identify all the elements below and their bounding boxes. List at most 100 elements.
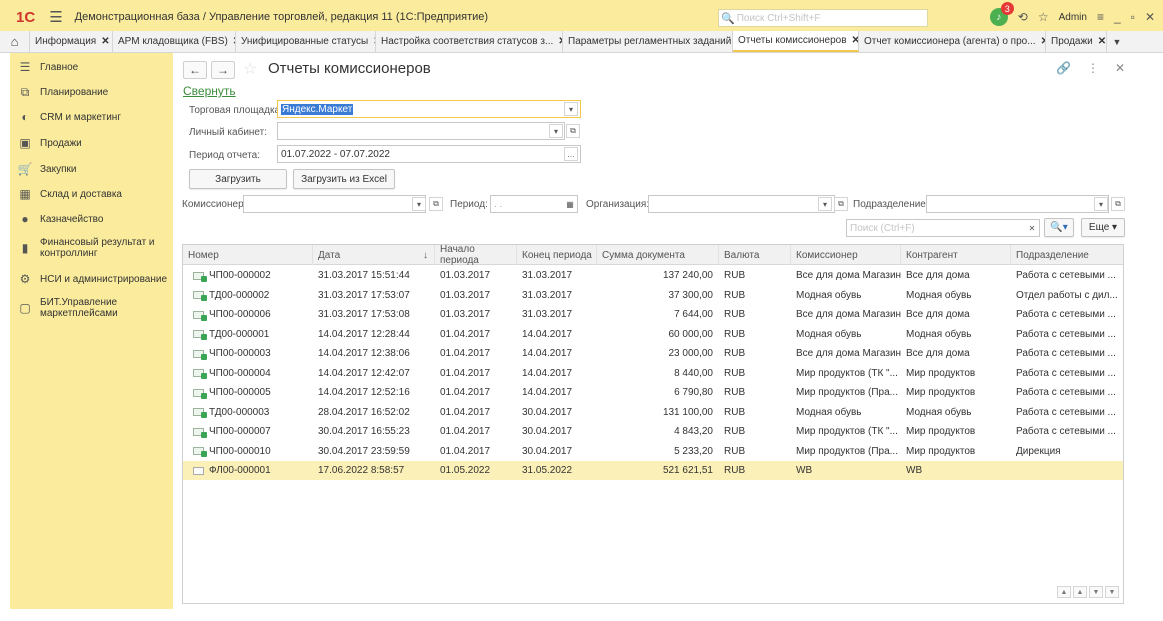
column-amount[interactable]: Сумма документа xyxy=(597,245,719,265)
back-button[interactable]: ← xyxy=(183,61,207,79)
period-select-icon[interactable]: … xyxy=(564,147,578,161)
tabs-more-icon[interactable]: ▼ xyxy=(1107,31,1127,52)
cell-period-end: 31.03.2017 xyxy=(517,286,597,305)
cell-period-end-value: 31.03.2017 xyxy=(522,270,573,281)
scroll-top-icon[interactable]: ▲ xyxy=(1057,586,1071,598)
marketplace-value: Яндекс.Маркет xyxy=(281,103,354,115)
tab-information[interactable]: Информация ✕ xyxy=(30,31,113,52)
table-row[interactable]: ТД00-000003 28.04.2017 16:52:02 01.04.2017… xyxy=(183,403,1123,422)
marketplace-field[interactable]: Яндекс.Маркет xyxy=(277,100,581,118)
list-search-input[interactable]: Поиск (Ctrl+F) xyxy=(846,219,1040,237)
commissioner-dropdown-icon[interactable]: ▾ xyxy=(412,197,426,211)
sidebar-item-treasury[interactable]: ● Казначейство xyxy=(10,212,173,226)
column-division[interactable]: Подразделение xyxy=(1011,245,1123,265)
forward-button[interactable]: → xyxy=(211,61,235,79)
close-window-icon[interactable]: ✕ xyxy=(1145,10,1155,24)
tab-commissioner-reports[interactable]: Отчеты комиссионеров ✕ xyxy=(733,31,859,52)
cell-date: 17.06.2022 8:58:57 xyxy=(313,461,435,480)
sidebar-item-financial-result[interactable]: ▮ Финансовый результат и контроллинг xyxy=(10,237,160,259)
cabinet-field[interactable] xyxy=(277,122,565,140)
close-tab-icon[interactable]: ✕ xyxy=(852,35,858,46)
commissioner-filter-field[interactable] xyxy=(243,195,426,213)
organization-filter-field[interactable] xyxy=(648,195,835,213)
table-row[interactable]: ЧП00-000006 31.03.2017 17:53:08 01.03.2017… xyxy=(183,305,1123,324)
collapse-link[interactable]: Свернуть xyxy=(183,84,236,98)
clear-search-icon[interactable]: ✕ xyxy=(1025,221,1039,235)
column-date[interactable]: Дата ↓ xyxy=(313,245,435,265)
marketplace-dropdown-icon[interactable]: ▾ xyxy=(564,102,578,116)
column-currency[interactable]: Валюта xyxy=(719,245,791,265)
global-search-input[interactable]: 🔍 Поиск Ctrl+Shift+F xyxy=(718,9,928,27)
table-row[interactable]: ТД00-000001 14.04.2017 12:28:44 01.04.2017… xyxy=(183,325,1123,344)
division-filter-field[interactable] xyxy=(926,195,1109,213)
cell-period-start: 01.03.2017 xyxy=(435,266,517,285)
close-form-icon[interactable]: ✕ xyxy=(1115,61,1125,75)
column-number[interactable]: Номер xyxy=(183,245,313,265)
gear-icon: ⚙ xyxy=(19,272,31,286)
history-icon[interactable]: ⟲ xyxy=(1018,10,1028,24)
table-row[interactable]: ЧП00-000002 31.03.2017 15:51:44 01.03.2017… xyxy=(183,266,1123,285)
tab-status-mapping[interactable]: Настройка соответствия статусов з...✕ xyxy=(376,31,563,52)
cell-number: ЧП00-000002 xyxy=(188,266,313,285)
column-commissioner[interactable]: Комиссионер xyxy=(791,245,901,265)
sidebar-item-nsi-admin[interactable]: ⚙ НСИ и администрирование xyxy=(10,272,173,286)
close-tab-icon[interactable]: ✕ xyxy=(101,36,109,47)
link-icon[interactable]: 🔗 xyxy=(1056,61,1071,75)
maximize-icon[interactable]: ▫ xyxy=(1131,10,1135,24)
table-row[interactable]: ЧП00-000005 14.04.2017 12:52:16 01.04.2017… xyxy=(183,383,1123,402)
column-counterparty[interactable]: Контрагент xyxy=(901,245,1011,265)
close-tab-icon[interactable]: ✕ xyxy=(1098,36,1106,47)
sidebar-item-crm[interactable]: ◐ CRM и маркетинг xyxy=(10,110,173,124)
table-row[interactable]: ЧП00-000003 14.04.2017 12:38:06 01.04.2017… xyxy=(183,344,1123,363)
sidebar-item-marketplaces[interactable]: ▢ БИТ.Управление маркетплейсами xyxy=(10,297,173,319)
division-open-icon[interactable]: ⧉ xyxy=(1111,197,1125,211)
tab-unified-statuses[interactable]: Унифицированные статусы✕ xyxy=(236,31,376,52)
cell-currency: RUB xyxy=(719,325,791,344)
menu-icon[interactable]: ☰ xyxy=(49,8,62,26)
sidebar-item-main[interactable]: ☰ Главное xyxy=(10,60,173,74)
organization-open-icon[interactable]: ⧉ xyxy=(834,197,848,211)
table-row[interactable]: ЧП00-000007 30.04.2017 16:55:23 01.04.2017… xyxy=(183,422,1123,441)
sidebar-item-label: CRM и маркетинг xyxy=(40,111,121,123)
favorites-star-icon[interactable]: ☆ xyxy=(1038,10,1049,24)
column-period-start[interactable]: Начало периода xyxy=(435,244,517,266)
sidebar-item-warehouse[interactable]: ▦ Склад и доставка xyxy=(10,187,173,201)
settings-menu-icon[interactable]: ≡ xyxy=(1097,10,1104,24)
load-button[interactable]: Загрузить xyxy=(189,169,287,189)
tab-commissioner-report[interactable]: Отчет комиссионера (агента) о про...✕ xyxy=(859,31,1046,52)
table-row[interactable]: ЧП00-000010 30.04.2017 23:59:59 01.04.2017… xyxy=(183,442,1123,461)
list-icon: ☰ xyxy=(19,60,31,74)
column-period-end[interactable]: Конец периода xyxy=(517,245,597,265)
calendar-icon[interactable]: ▦ xyxy=(563,197,577,211)
sidebar-item-purchases[interactable]: 🛒 Закупки xyxy=(10,162,173,176)
commissioner-open-icon[interactable]: ⧉ xyxy=(429,197,443,211)
favorite-star-icon[interactable]: ☆ xyxy=(243,59,257,79)
division-dropdown-icon[interactable]: ▾ xyxy=(1094,197,1108,211)
home-icon[interactable]: ⌂ xyxy=(0,31,30,52)
scroll-bottom-icon[interactable]: ▼ xyxy=(1105,586,1119,598)
cabinet-dropdown-icon[interactable]: ▾ xyxy=(549,124,563,138)
minimize-icon[interactable]: _ xyxy=(1114,10,1121,24)
table-row[interactable]: ТД00-000002 31.03.2017 17:53:07 01.03.2017… xyxy=(183,286,1123,305)
notifications-icon[interactable]: ♪ 3 xyxy=(989,2,1014,26)
scroll-up-icon[interactable]: ▲ xyxy=(1073,586,1087,598)
search-button[interactable]: 🔍▾ xyxy=(1044,218,1074,237)
sidebar-item-sales[interactable]: ▣ Продажи xyxy=(10,136,173,150)
tab-scheduled-jobs[interactable]: Параметры регламентных заданий✕ xyxy=(563,31,733,52)
sidebar-item-planning[interactable]: ⧉ Планирование xyxy=(10,85,173,100)
scroll-down-icon[interactable]: ▼ xyxy=(1089,586,1103,598)
tab-sales[interactable]: Продажи ✕ xyxy=(1046,31,1107,52)
user-name[interactable]: Admin xyxy=(1059,12,1087,23)
more-button[interactable]: Еще ▾ xyxy=(1081,218,1125,237)
table-row[interactable]: ЧП00-000004 14.04.2017 12:42:07 01.04.2017… xyxy=(183,364,1123,383)
more-actions-icon[interactable]: ⋮ xyxy=(1087,61,1099,75)
table-row[interactable]: ФЛ00-000001 17.06.2022 8:58:57 01.05.2022 3… xyxy=(183,461,1123,480)
organization-dropdown-icon[interactable]: ▾ xyxy=(818,197,832,211)
period-field[interactable]: 01.07.2022 - 07.07.2022 xyxy=(277,145,581,163)
load-excel-button[interactable]: Загрузить из Excel xyxy=(293,169,395,189)
cabinet-open-icon[interactable]: ⧉ xyxy=(566,124,580,138)
cell-number-value: ФЛ00-000001 xyxy=(209,465,271,476)
sidebar-item-label: Закупки xyxy=(40,163,77,175)
tab-arm-fbs[interactable]: АРМ кладовщика (FBS)✕ xyxy=(113,31,236,52)
cell-counterparty: Все для дома xyxy=(901,305,1011,324)
